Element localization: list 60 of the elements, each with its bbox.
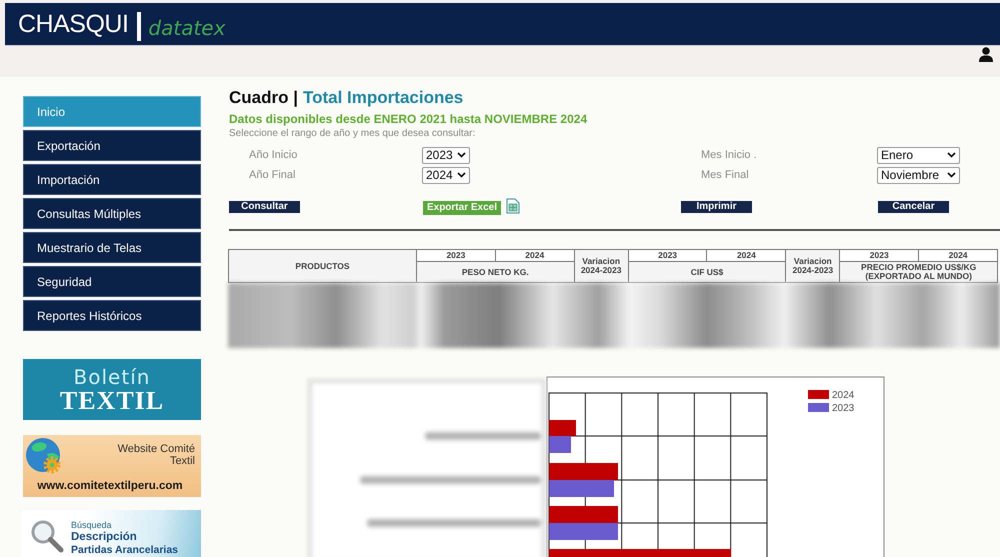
globe-gear-icon [25,437,63,475]
banner-title: Partidas Arancelarias [71,544,178,556]
menu-item[interactable]: Consultas Múltiples [23,198,201,229]
column-header: PRODUCTOS [228,250,416,282]
select-field[interactable]: Enero [877,146,960,164]
page-title-prefix: Cuadro | [229,88,298,108]
logo-text: CHASQUI [18,10,128,38]
column-header: 2024 [918,250,998,262]
chart-bar [549,480,614,497]
search-banner[interactable]: Búsqueda Descripción Partidas Arancelarias [23,510,201,557]
select-field[interactable]: 2023 [422,146,470,164]
column-header: Variacion 2024-2023 [574,250,628,282]
select-field[interactable]: Noviembre [877,166,960,184]
banner-title: Textil [170,455,195,467]
column-header: 2024 [495,250,574,262]
magnifier-icon [29,518,65,554]
banner-title: Website Comité [118,443,195,455]
legend-label: 2023 [832,403,854,414]
menu-item[interactable]: Exportación [23,130,201,161]
column-header: 2023 [840,250,919,262]
chevron-down-icon [457,152,466,158]
chevron-down-icon [947,152,956,158]
spreadsheet-icon[interactable] [506,198,520,214]
column-header: 2024 [706,250,786,262]
select-field[interactable]: 2024 [422,166,470,184]
field-label: Mes Inicio . [701,149,757,161]
menu-item[interactable]: Seguridad [23,266,201,297]
banner-script-text: Boletín [74,366,150,388]
query-button[interactable]: Consultar [229,201,300,213]
bulletin-banner[interactable]: Boletín TEXTIL [23,359,201,420]
banner-subtitle: Búsqueda [71,520,112,531]
banner-title: TEXTIL [60,388,164,414]
menu-item[interactable]: Inicio [23,96,201,127]
column-header: Variacion 2024-2023 [786,250,840,282]
chart-bar [549,420,576,436]
chevron-down-icon [457,172,466,178]
user-icon[interactable] [979,47,993,62]
chart-bar [549,463,618,480]
menu-item[interactable]: Importación [23,164,201,195]
menu-item[interactable]: Reportes Históricos [23,300,201,331]
banner-url: www.comitetextilperu.com [37,479,183,494]
page-title: Total Importaciones [302,88,464,108]
availability-note: Datos disponibles desde ENERO 2021 hasta NOVIEMBRE 2024 [229,112,588,127]
print-button[interactable]: Imprimir [681,201,752,213]
banner-title: Descripción [71,531,137,544]
field-label: Año Inicio [249,149,298,161]
chart-bar [549,506,618,523]
column-header: 2023 [628,250,707,262]
cancel-button[interactable]: Cancelar [878,201,949,213]
chart-bar [549,523,618,540]
field-label: Mes Final [701,169,749,181]
chevron-down-icon [947,172,956,178]
column-header: 2023 [416,250,496,262]
chart-bar [549,436,571,453]
website-banner[interactable]: Website Comité Textil www.comitetextilperu.com [23,435,201,497]
field-label: Año Final [249,169,296,181]
menu-item[interactable]: Muestrario de Telas [23,232,201,263]
instruction-text: Seleccione el rango de año y mes que desea consultar: [229,128,476,140]
product-name: datatex [148,16,226,40]
legend-label: 2024 [832,390,854,401]
